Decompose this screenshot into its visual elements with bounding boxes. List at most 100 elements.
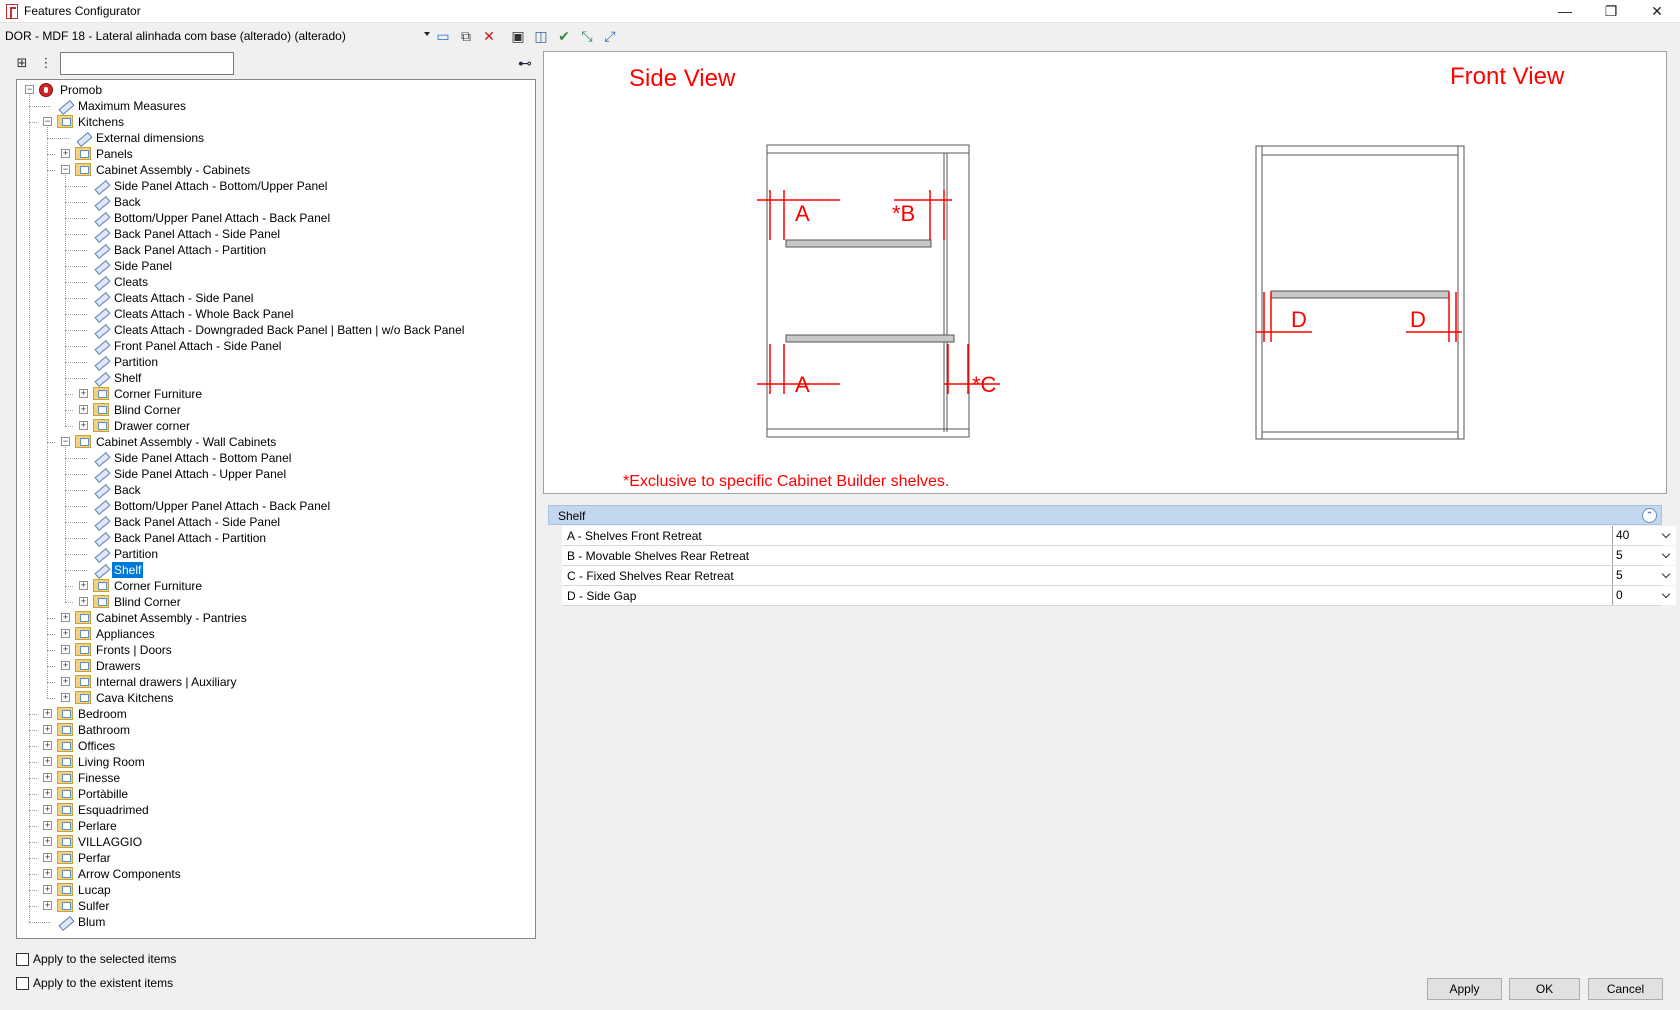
- tree-node[interactable]: + Lucap: [17, 95, 535, 898]
- expand-node-icon[interactable]: +: [43, 885, 52, 894]
- expand-node-icon[interactable]: +: [61, 629, 70, 638]
- tree-node-label[interactable]: Cabinet Assembly - Cabinets: [94, 162, 252, 178]
- property-row[interactable]: C - Fixed Shelves Rear Retreat 5: [562, 566, 1676, 586]
- tree-node[interactable]: − Promob: [17, 82, 535, 98]
- property-group-header[interactable]: Shelf ⌃: [548, 505, 1662, 525]
- tree-node[interactable]: + Corner Furniture: [17, 447, 535, 594]
- tree-node[interactable]: Cleats: [17, 175, 535, 290]
- tree-node[interactable]: − Kitchens: [17, 95, 535, 130]
- expand-node-icon[interactable]: +: [61, 661, 70, 670]
- tree-node-label[interactable]: Maximum Measures: [76, 98, 188, 114]
- expand-node-icon[interactable]: +: [61, 613, 70, 622]
- tree-node[interactable]: + Bedroom: [17, 95, 535, 722]
- property-value-select[interactable]: 5: [1612, 566, 1676, 585]
- tree-node-label[interactable]: Perlare: [76, 818, 119, 834]
- property-row[interactable]: B - Movable Shelves Rear Retreat 5: [562, 546, 1676, 566]
- expand-node-icon[interactable]: +: [79, 421, 88, 430]
- tree-node-label[interactable]: Cleats Attach - Side Panel: [112, 290, 255, 306]
- tree-node[interactable]: Side Panel Attach - Bottom Panel: [17, 447, 535, 466]
- tree-node[interactable]: Cleats Attach - Downgraded Back Panel | …: [17, 175, 535, 338]
- tree-node-label[interactable]: Side Panel Attach - Upper Panel: [112, 466, 288, 482]
- cancel-button[interactable]: Cancel: [1588, 978, 1663, 1000]
- expand-node-icon[interactable]: +: [43, 757, 52, 766]
- tree-node-label[interactable]: Appliances: [94, 626, 157, 642]
- export-icon[interactable]: ⤢: [600, 26, 620, 46]
- tree-node-label[interactable]: Offices: [76, 738, 117, 754]
- tree-node-label[interactable]: Cabinet Assembly - Pantries: [94, 610, 249, 626]
- save-icon[interactable]: ▣: [508, 26, 528, 46]
- import-icon[interactable]: ⤡: [577, 26, 597, 46]
- tree-node[interactable]: + Offices: [17, 95, 535, 754]
- validate-icon[interactable]: ✔: [554, 26, 574, 46]
- tree-node-label[interactable]: Back: [112, 194, 143, 210]
- tree-node[interactable]: + Blind Corner: [17, 447, 535, 610]
- copy-icon[interactable]: ⧉: [456, 26, 476, 46]
- expand-node-icon[interactable]: +: [43, 853, 52, 862]
- save-all-icon[interactable]: ◫: [531, 26, 551, 46]
- tree-node[interactable]: + Portàbille: [17, 95, 535, 802]
- tree-node-label[interactable]: Blind Corner: [112, 402, 183, 418]
- tree-node-label[interactable]: Partition: [112, 354, 160, 370]
- tree-node[interactable]: + Esquadrimed: [17, 95, 535, 818]
- collapse-node-icon[interactable]: −: [61, 437, 70, 446]
- tree-node-label[interactable]: External dimensions: [94, 130, 206, 146]
- binoculars-icon[interactable]: ⊷: [514, 52, 536, 74]
- expand-node-icon[interactable]: +: [43, 805, 52, 814]
- tree-node[interactable]: Partition: [17, 175, 535, 370]
- tree-node-label[interactable]: Cabinet Assembly - Wall Cabinets: [94, 434, 278, 450]
- tree-node-label[interactable]: Cleats: [112, 274, 150, 290]
- tree-node-label[interactable]: Finesse: [76, 770, 122, 786]
- tree-node[interactable]: Back Panel Attach - Partition: [17, 447, 535, 546]
- property-row[interactable]: A - Shelves Front Retreat 40: [562, 526, 1676, 546]
- expand-node-icon[interactable]: +: [43, 821, 52, 830]
- expand-node-icon[interactable]: +: [61, 693, 70, 702]
- tree-node-label[interactable]: Corner Furniture: [112, 386, 204, 402]
- tree-node-label[interactable]: Bottom/Upper Panel Attach - Back Panel: [112, 210, 332, 226]
- expand-node-icon[interactable]: +: [79, 389, 88, 398]
- tree-node-label[interactable]: Promob: [58, 82, 104, 98]
- tree-node-label[interactable]: Blum: [76, 914, 107, 930]
- tree-node-label[interactable]: Arrow Components: [76, 866, 183, 882]
- tree-node[interactable]: + Blind Corner: [17, 175, 535, 418]
- tree-node[interactable]: + Arrow Components: [17, 95, 535, 882]
- expand-node-icon[interactable]: +: [79, 405, 88, 414]
- collapse-icon[interactable]: ⌃: [1642, 508, 1657, 523]
- tree-node-label[interactable]: Back: [112, 482, 143, 498]
- property-value-select[interactable]: 40: [1612, 526, 1676, 545]
- tree-node-label[interactable]: Sulfer: [76, 898, 111, 914]
- collapse-tree-icon[interactable]: ⋮: [36, 52, 56, 74]
- tree-node[interactable]: + Living Room: [17, 95, 535, 770]
- tree-node[interactable]: + Drawers: [17, 127, 535, 674]
- expand-node-icon[interactable]: +: [61, 149, 70, 158]
- tree-node-label[interactable]: Shelf: [112, 370, 143, 386]
- expand-node-icon[interactable]: +: [43, 741, 52, 750]
- tree-node-label[interactable]: Back Panel Attach - Partition: [112, 530, 268, 546]
- document-select[interactable]: DOR - MDF 18 - Lateral alinhada com base…: [4, 27, 430, 45]
- tree-node[interactable]: + Finesse: [17, 95, 535, 786]
- tree-node[interactable]: Bottom/Upper Panel Attach - Back Panel: [17, 175, 535, 226]
- expand-node-icon[interactable]: +: [61, 677, 70, 686]
- tree-node-label[interactable]: Fronts | Doors: [94, 642, 174, 658]
- tree-node[interactable]: Maximum Measures: [17, 95, 535, 114]
- tree-node[interactable]: Back Panel Attach - Side Panel: [17, 175, 535, 242]
- tree-node-label[interactable]: Kitchens: [76, 114, 126, 130]
- tree-node[interactable]: Bottom/Upper Panel Attach - Back Panel: [17, 447, 535, 514]
- tree-node-label[interactable]: Cleats Attach - Downgraded Back Panel | …: [112, 322, 466, 338]
- tree-node-label[interactable]: Back Panel Attach - Side Panel: [112, 226, 282, 242]
- tree-node[interactable]: + Fronts | Doors: [17, 127, 535, 658]
- tree-node-label[interactable]: Back Panel Attach - Partition: [112, 242, 268, 258]
- tree-node-label[interactable]: Bedroom: [76, 706, 129, 722]
- tree-node[interactable]: + Corner Furniture: [17, 175, 535, 402]
- property-value-select[interactable]: 5: [1612, 546, 1676, 565]
- tree-node[interactable]: − Cabinet Assembly - Cabinets: [17, 127, 535, 178]
- tree-node[interactable]: + Sulfer: [17, 95, 535, 914]
- expand-node-icon[interactable]: +: [43, 725, 52, 734]
- tree-node[interactable]: Side Panel Attach - Bottom/Upper Panel: [17, 175, 535, 194]
- tree-node[interactable]: + VILLAGGIO: [17, 95, 535, 850]
- tree-node[interactable]: Partition: [17, 447, 535, 562]
- expand-tree-icon[interactable]: ⊞: [12, 52, 32, 74]
- tree-node-label[interactable]: Front Panel Attach - Side Panel: [112, 338, 283, 354]
- delete-icon[interactable]: ✕: [479, 26, 499, 46]
- tree-node[interactable]: External dimensions: [17, 127, 535, 146]
- tree-node[interactable]: Side Panel: [17, 175, 535, 274]
